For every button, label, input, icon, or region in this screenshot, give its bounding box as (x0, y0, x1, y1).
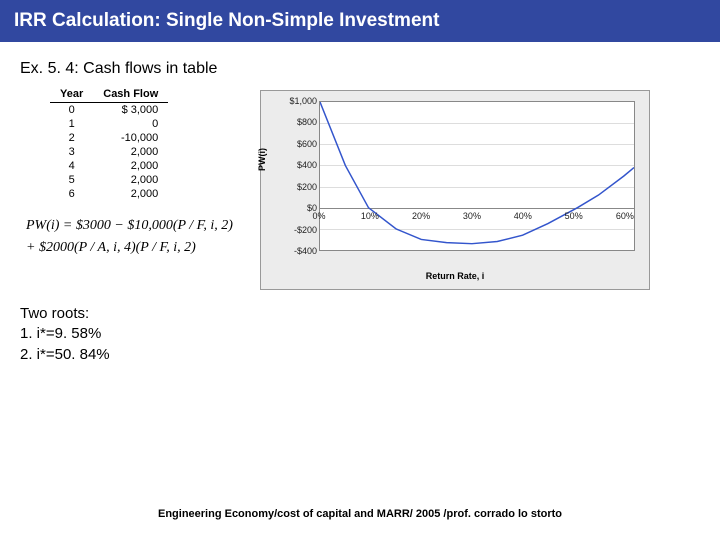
formula-line-2: + $2000(P / A, i, 4)(P / F, i, 2) (26, 237, 240, 259)
pw-formula: PW(i) = $3000 − $10,000(P / F, i, 2) + $… (26, 215, 240, 260)
cash-flow-table: Year Cash Flow 0$ 3,000 10 2-10,000 32,0… (50, 86, 168, 201)
slide-content: Ex. 5. 4: Cash flows in table Year Cash … (0, 42, 720, 365)
left-column: Year Cash Flow 0$ 3,000 10 2-10,000 32,0… (20, 86, 240, 260)
plot-area (319, 101, 635, 251)
col-year: Year (50, 86, 93, 103)
slide-footer: Engineering Economy/cost of capital and … (0, 508, 720, 520)
formula-line-1: PW(i) = $3000 − $10,000(P / F, i, 2) (26, 215, 240, 237)
table-row: 52,000 (50, 173, 168, 187)
roots-heading: Two roots: (20, 304, 700, 324)
pw-curve (320, 102, 634, 250)
slide-title: IRR Calculation: Single Non-Simple Inves… (0, 0, 720, 42)
roots-block: Two roots: 1. i*=9. 58% 2. i*=50. 84% (20, 304, 700, 365)
table-row: 32,000 (50, 145, 168, 159)
pw-chart: PW(i) $1,000 $800 $600 $400 $200 $0 -$20… (260, 90, 650, 290)
y-tick-labels: $1,000 $800 $600 $400 $200 $0 -$200 -$40… (267, 101, 317, 251)
x-axis-label: Return Rate, i (261, 271, 649, 281)
root-1: 1. i*=9. 58% (20, 324, 700, 344)
content-row: Year Cash Flow 0$ 3,000 10 2-10,000 32,0… (20, 86, 700, 290)
example-label: Ex. 5. 4: Cash flows in table (20, 60, 700, 78)
table-row: 62,000 (50, 187, 168, 201)
table-row: 2-10,000 (50, 131, 168, 145)
y-axis-label: PW(i) (257, 148, 267, 171)
table-row: 10 (50, 117, 168, 131)
table-row: 42,000 (50, 159, 168, 173)
table-row: 0$ 3,000 (50, 103, 168, 118)
col-cash: Cash Flow (93, 86, 168, 103)
root-2: 2. i*=50. 84% (20, 345, 700, 365)
